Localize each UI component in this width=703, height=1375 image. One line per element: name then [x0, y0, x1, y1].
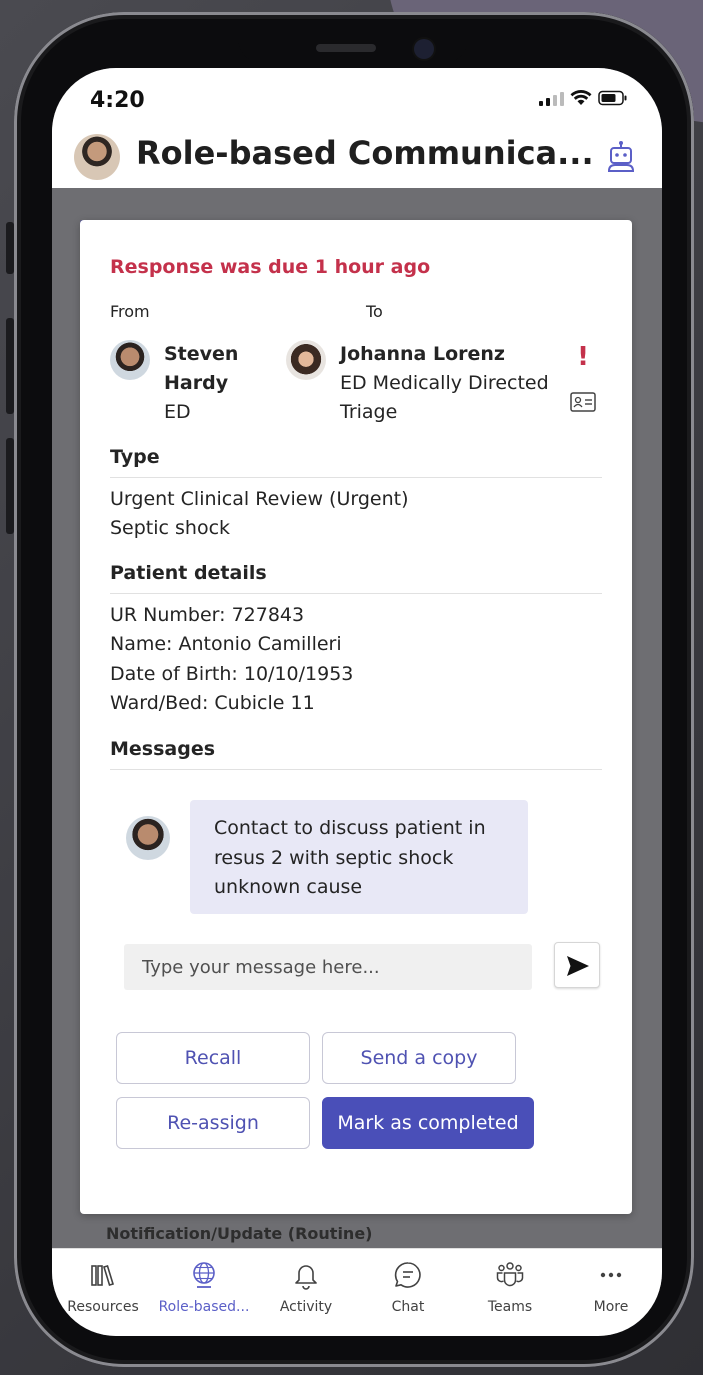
teams-icon — [496, 1262, 524, 1287]
app-header: Role-based Communica... — [52, 120, 662, 189]
message-bubble: Contact to discuss patient in resus 2 wi… — [190, 800, 528, 914]
sender-department: ED — [164, 401, 191, 423]
phone-screen: 4:20 Role-based Communica... Notificatio… — [52, 68, 662, 1336]
patient-heading: Patient details — [110, 562, 267, 584]
type-line: Septic shock — [110, 517, 231, 539]
patient-ward-bed: Ward/Bed: Cubicle 11 — [110, 692, 315, 714]
header-avatar[interactable] — [74, 134, 120, 180]
nav-teams[interactable]: Teams — [459, 1259, 561, 1329]
patient-divider — [110, 593, 602, 594]
volume-up-button — [6, 318, 14, 414]
status-bar: 4:20 — [52, 68, 662, 120]
nav-label: Chat — [391, 1299, 425, 1315]
recipient-role-line2: Triage — [340, 401, 398, 423]
bell-icon — [295, 1265, 317, 1290]
chat-icon — [394, 1262, 421, 1288]
patient-ur-number: UR Number: 727843 — [110, 604, 305, 626]
bot-icon[interactable] — [604, 140, 638, 174]
nav-label: Teams — [487, 1299, 533, 1315]
contact-card-icon[interactable] — [570, 392, 596, 412]
sender-name-last: Hardy — [164, 372, 229, 394]
nav-label: Role-based... — [158, 1299, 250, 1315]
recipient-role-line1: ED Medically Directed — [340, 372, 549, 394]
send-icon — [567, 956, 589, 976]
send-copy-button[interactable]: Send a copy — [322, 1032, 516, 1084]
background-notice: Notification/Update (Routine) — [106, 1224, 373, 1243]
nav-resources[interactable]: Resources — [52, 1259, 154, 1329]
send-button[interactable] — [554, 942, 600, 988]
sender-avatar[interactable] — [110, 340, 150, 380]
mute-switch — [6, 222, 14, 274]
front-camera — [414, 39, 434, 59]
sender-name-first: Steven — [164, 343, 239, 365]
status-icons — [539, 90, 628, 106]
nav-activity[interactable]: Activity — [255, 1259, 357, 1329]
type-heading: Type — [110, 446, 160, 468]
bottom-navigation: Resources Role-based... Activity Chat Te… — [52, 1248, 662, 1336]
nav-role-based[interactable]: Role-based... — [153, 1259, 255, 1329]
earpiece-speaker — [316, 44, 376, 52]
nav-more[interactable]: More — [560, 1259, 662, 1329]
message-line: Contact to discuss patient in — [214, 817, 486, 839]
message-line: resus 2 with septic shock — [214, 846, 454, 869]
from-label: From — [110, 302, 150, 321]
nav-label: More — [593, 1299, 629, 1315]
type-divider — [110, 477, 602, 478]
volume-down-button — [6, 438, 14, 534]
recipient-name: Johanna Lorenz — [340, 343, 505, 365]
communication-card: Response was due 1 hour ago From To Stev… — [80, 220, 632, 1214]
nav-label: Activity — [279, 1299, 333, 1315]
urgent-exclamation-icon: ! — [577, 342, 589, 372]
messages-heading: Messages — [110, 738, 216, 760]
globe-icon — [193, 1262, 215, 1288]
nav-chat[interactable]: Chat — [357, 1259, 459, 1329]
due-warning: Response was due 1 hour ago — [110, 256, 431, 278]
message-line: unknown cause — [214, 876, 363, 898]
reassign-button[interactable]: Re-assign — [116, 1097, 310, 1149]
messages-divider — [110, 769, 602, 770]
message-author-avatar[interactable] — [126, 816, 170, 860]
patient-dob: Date of Birth: 10/10/1953 — [110, 663, 354, 685]
message-input[interactable] — [124, 944, 532, 990]
patient-name: Name: Antonio Camilleri — [110, 633, 342, 655]
status-time: 4:20 — [90, 88, 145, 113]
app-title: Role-based Communica... — [136, 134, 594, 172]
wifi-icon — [570, 90, 592, 105]
to-label: To — [366, 302, 383, 321]
recall-button[interactable]: Recall — [116, 1032, 310, 1084]
more-icon — [600, 1272, 622, 1278]
type-line: Urgent Clinical Review (Urgent) — [110, 488, 409, 510]
message-text: Contact to discuss patient in resus 2 wi… — [214, 814, 514, 903]
battery-icon — [598, 90, 627, 106]
mark-completed-button[interactable]: Mark as completed — [322, 1097, 534, 1149]
signal-icon — [539, 92, 564, 106]
recipient-avatar[interactable] — [286, 340, 326, 380]
nav-label: Resources — [67, 1299, 139, 1315]
library-icon — [91, 1265, 115, 1286]
